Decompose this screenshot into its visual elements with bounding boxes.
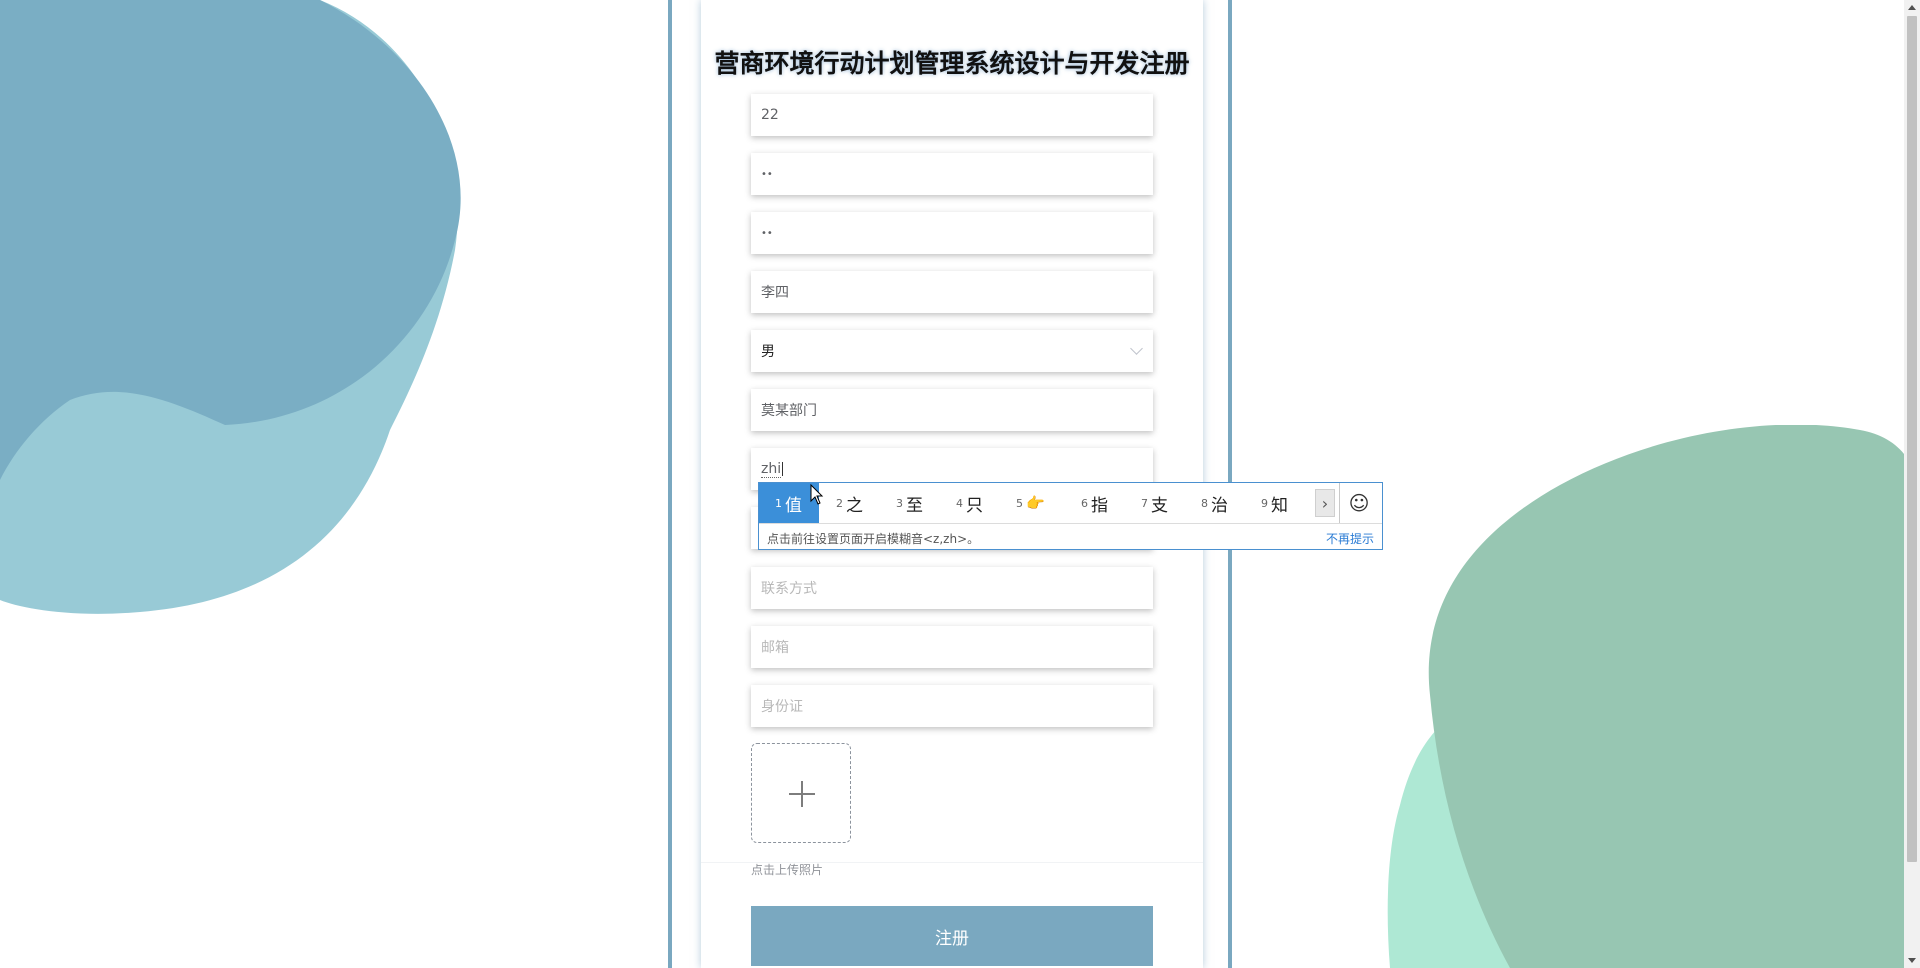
pointing-hand-icon: 👉: [1026, 494, 1045, 512]
ime-candidate-8[interactable]: 8治: [1201, 483, 1228, 523]
emoji-icon[interactable]: ☺: [1347, 491, 1371, 515]
password-value: ••: [761, 168, 773, 180]
ime-candidate-number: 1: [775, 496, 782, 510]
scroll-down-arrow-icon[interactable]: [1908, 958, 1916, 963]
gender-value: 男: [761, 344, 775, 360]
text-caret: [782, 462, 784, 476]
name-input[interactable]: 李四: [751, 271, 1153, 313]
ime-tip-text[interactable]: 点击前往设置页面开启模糊音<z,zh>。: [767, 530, 979, 547]
ime-candidate-text: 只: [966, 495, 983, 516]
ime-candidate-number: 7: [1141, 496, 1148, 510]
phone-placeholder: 联系方式: [761, 581, 817, 597]
ime-candidate-7[interactable]: 7支: [1141, 483, 1168, 523]
ime-candidate-window: 1值 2之 3至 4只 5 👉 6指 7支 8治 9知 › ☺ 点击前往设置页面开…: [758, 482, 1383, 550]
ime-candidate-number: 9: [1261, 496, 1268, 510]
password-input[interactable]: ••: [751, 153, 1153, 195]
photo-upload-button[interactable]: [751, 743, 851, 843]
page-title: 营商环境行动计划管理系统设计与开发注册: [714, 49, 1190, 78]
confirm-password-value: ••: [761, 227, 773, 239]
ime-candidate-number: 3: [896, 496, 903, 510]
ime-candidate-4[interactable]: 4只: [956, 483, 983, 523]
account-value: 22: [761, 107, 779, 123]
ime-candidate-2[interactable]: 2之: [836, 483, 863, 523]
phone-input[interactable]: 联系方式: [751, 567, 1153, 609]
ime-candidate-text: 至: [906, 495, 923, 516]
ime-separator: [1339, 483, 1340, 523]
ime-candidate-text: 之: [846, 495, 863, 516]
ime-candidate-5[interactable]: 5 👉: [1016, 483, 1045, 523]
ime-next-page-icon[interactable]: ›: [1315, 489, 1335, 517]
email-input[interactable]: 邮箱: [751, 626, 1153, 668]
ime-candidate-9[interactable]: 9知: [1261, 483, 1288, 523]
background-blob-right: [1387, 425, 1920, 968]
mouse-pointer-icon: [810, 484, 824, 505]
ime-candidate-text: 指: [1091, 495, 1108, 516]
register-button[interactable]: 注册: [751, 906, 1153, 966]
ime-candidate-number: 8: [1201, 496, 1208, 510]
account-input[interactable]: 22: [751, 94, 1153, 136]
ime-candidate-text: 值: [785, 495, 802, 516]
id-card-input[interactable]: 身份证: [751, 685, 1153, 727]
gender-select[interactable]: 男: [751, 330, 1153, 372]
confirm-password-input[interactable]: ••: [751, 212, 1153, 254]
ime-candidate-number: 6: [1081, 496, 1088, 510]
id-card-placeholder: 身份证: [761, 699, 803, 715]
ime-candidate-row: 1值 2之 3至 4只 5 👉 6指 7支 8治 9知 ›: [759, 483, 1339, 523]
ime-candidate-text: 支: [1151, 495, 1168, 516]
ime-candidate-number: 4: [956, 496, 963, 510]
background-blob-left: [0, 0, 461, 614]
scroll-up-arrow-icon[interactable]: [1908, 5, 1916, 10]
department-value: 莫某部门: [761, 403, 817, 419]
email-placeholder: 邮箱: [761, 640, 789, 656]
vertical-scrollbar[interactable]: [1904, 0, 1920, 968]
ime-candidate-text: 治: [1211, 495, 1228, 516]
ime-dismiss-link[interactable]: 不再提示: [1326, 530, 1374, 547]
ime-candidate-text: 知: [1271, 495, 1288, 516]
scrollbar-thumb[interactable]: [1907, 16, 1917, 862]
department-input[interactable]: 莫某部门: [751, 389, 1153, 431]
ime-candidate-3[interactable]: 3至: [896, 483, 923, 523]
chevron-down-icon: [1130, 342, 1143, 355]
upload-hint: 点击上传照片: [751, 863, 824, 877]
ime-tip-bar: 点击前往设置页面开启模糊音<z,zh>。 不再提示: [759, 523, 1382, 550]
plus-icon-bar: [789, 793, 815, 795]
ime-candidate-number: 5: [1016, 496, 1023, 510]
name-value: 李四: [761, 285, 789, 301]
position-value: zhi: [761, 460, 782, 478]
ime-candidate-number: 2: [836, 496, 843, 510]
ime-candidate-6[interactable]: 6指: [1081, 483, 1108, 523]
